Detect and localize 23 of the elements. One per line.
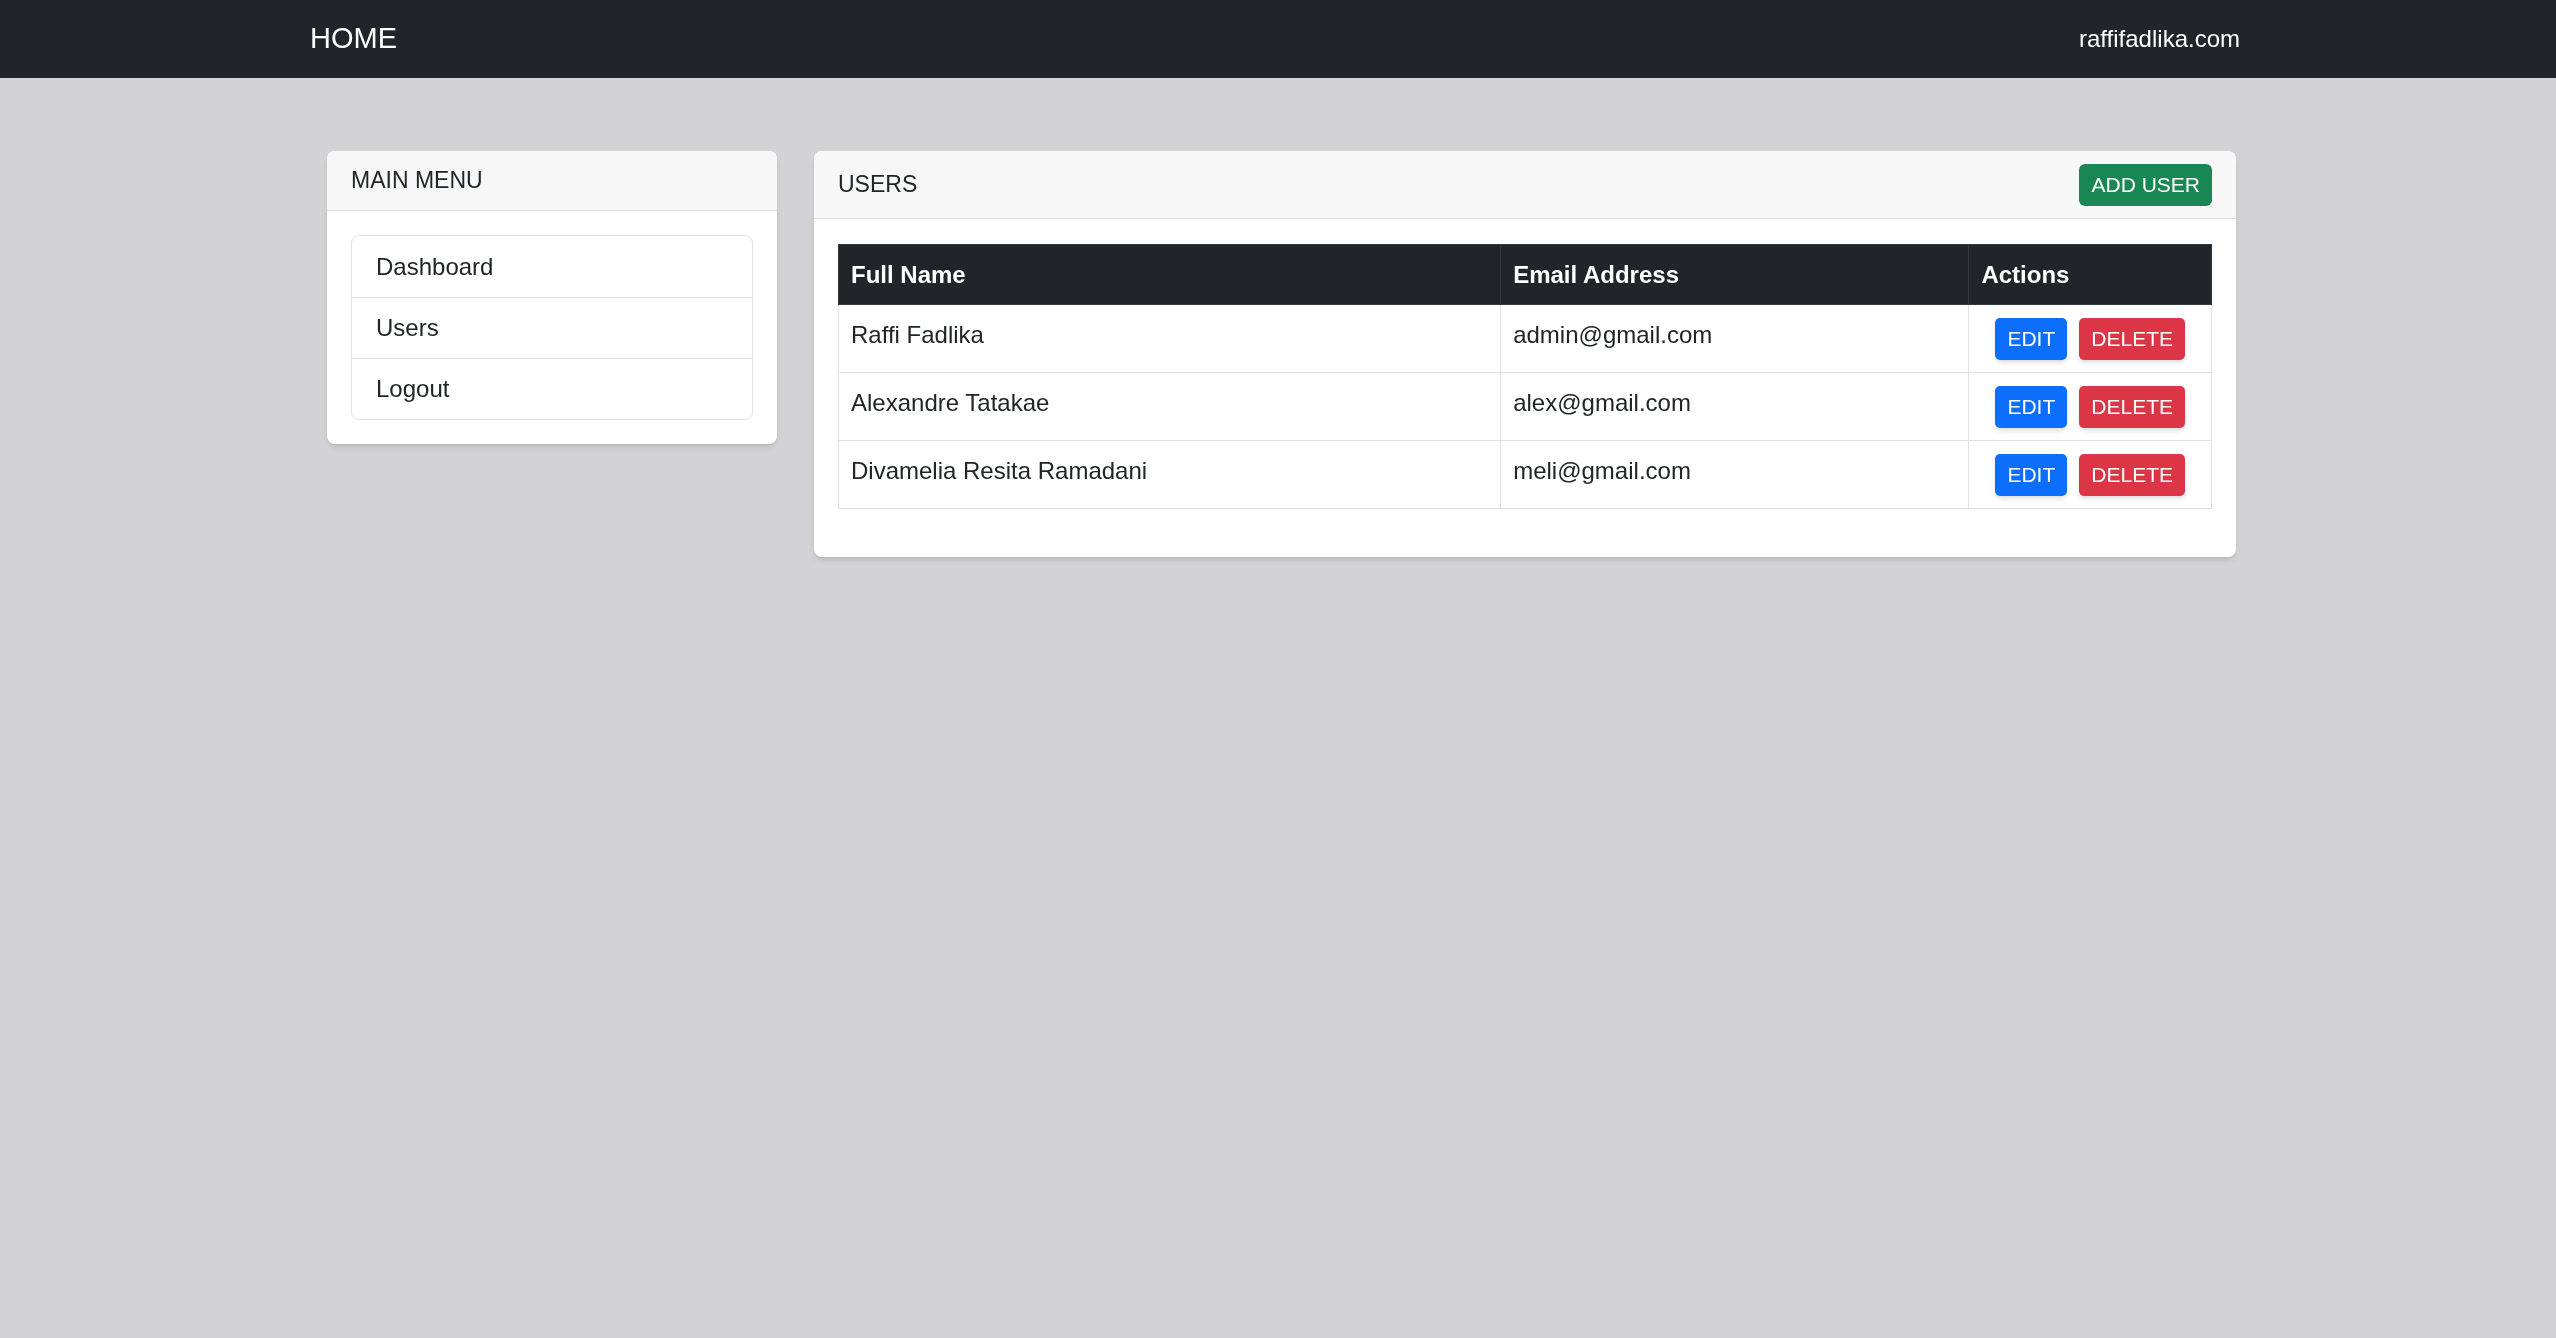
table-cell: Alexandre Tatakae	[838, 372, 1501, 441]
delete-button[interactable]: DELETE	[2079, 453, 2185, 496]
card-title: MAIN MENU	[351, 166, 483, 196]
site-link[interactable]: raffifadlika.com	[2079, 21, 2240, 57]
menu-item[interactable]: Logout	[352, 358, 752, 419]
table-cell: alex@gmail.com	[1500, 372, 1969, 441]
delete-button[interactable]: DELETE	[2079, 385, 2185, 428]
card-title: USERS	[838, 170, 918, 200]
delete-button[interactable]: DELETE	[2079, 317, 2185, 360]
column-header: Email Address	[1500, 244, 1969, 305]
menu-item[interactable]: Dashboard	[352, 236, 752, 297]
edit-button[interactable]: EDIT	[1995, 385, 2068, 428]
edit-button[interactable]: EDIT	[1995, 453, 2068, 496]
add-user-button[interactable]: ADD USER	[2079, 163, 2212, 206]
column-header: Actions	[1968, 244, 2212, 305]
table-cell: Raffi Fadlika	[838, 304, 1501, 373]
home-link[interactable]: HOME	[310, 17, 397, 61]
table-cell: admin@gmail.com	[1500, 304, 1969, 373]
column-header: Full Name	[838, 244, 1501, 305]
table-cell: Divamelia Resita Ramadani	[838, 440, 1501, 509]
menu-item[interactable]: Users	[352, 297, 752, 358]
edit-button[interactable]: EDIT	[1995, 317, 2068, 360]
table-cell: meli@gmail.com	[1500, 440, 1969, 509]
